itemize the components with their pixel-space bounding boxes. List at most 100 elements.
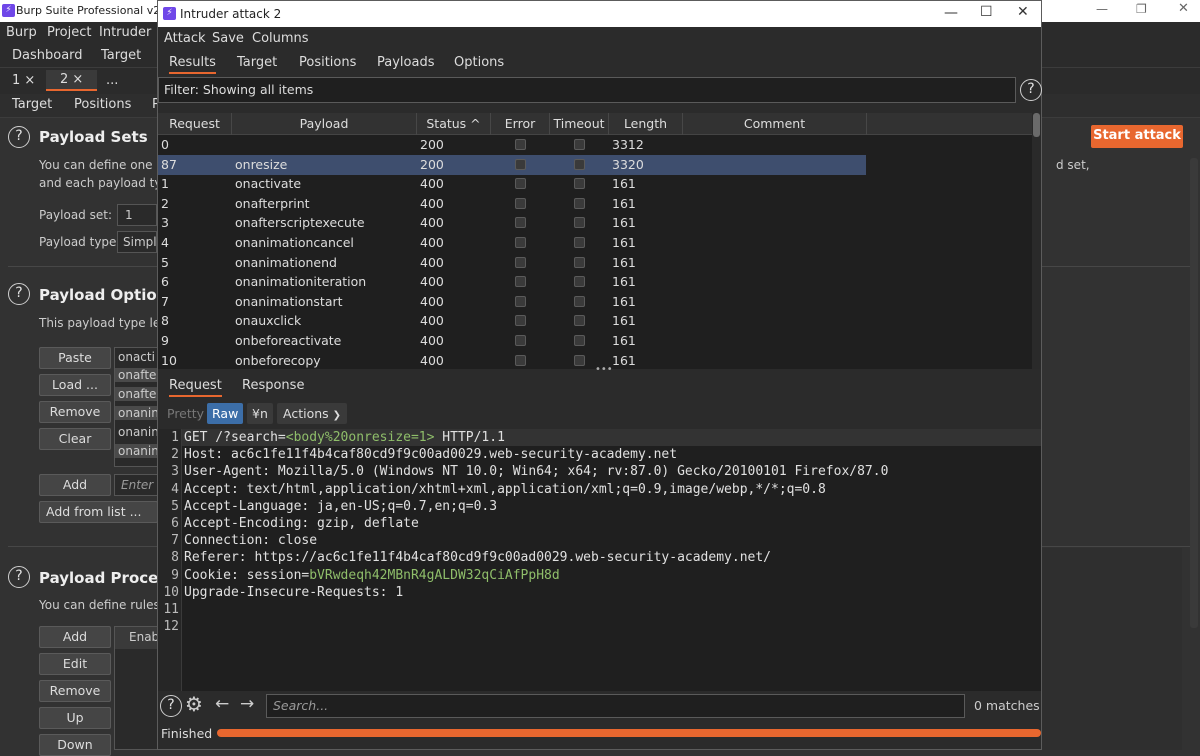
add-from-list-dropdown[interactable]: Add from list ... [39, 501, 158, 523]
cell-payload: onresize [235, 156, 288, 172]
close-icon[interactable]: ✕ [1017, 4, 1029, 20]
tab-target[interactable]: Target [101, 48, 141, 63]
payload-marker: <body%20onresize=1> [285, 430, 435, 445]
start-attack-button[interactable]: Start attack [1091, 125, 1183, 148]
minimize-icon[interactable]: — [944, 5, 958, 21]
code-line: Accept: text/html,application/xhtml+xml,… [184, 481, 826, 497]
subtab-positions[interactable]: Positions [74, 97, 131, 112]
table-row[interactable]: 8 onauxclick 400 161 [158, 311, 866, 331]
list-item[interactable]: onacti [118, 350, 155, 364]
table-row[interactable]: 7 onanimationstart 400 161 [158, 292, 866, 312]
tab-payloads[interactable]: Payloads [377, 55, 434, 70]
search-input[interactable]: Search... [266, 694, 965, 718]
newline-toggle-button[interactable]: ¥n [247, 403, 273, 424]
tab-target[interactable]: Target [237, 55, 277, 70]
processing-rules-table[interactable]: Enab [114, 626, 159, 750]
subtab-target[interactable]: Target [12, 97, 52, 112]
cell-status: 400 [420, 215, 444, 231]
attack-tab-new[interactable]: ... [106, 73, 118, 88]
timeout-checkbox [574, 178, 585, 190]
main-close-icon[interactable]: ✕ [1178, 1, 1189, 16]
column-request[interactable]: Request [158, 113, 232, 135]
payload-set-select[interactable]: 1 [117, 204, 157, 226]
gear-icon[interactable]: ⚙ [185, 692, 203, 716]
tab-dashboard[interactable]: Dashboard [12, 48, 83, 63]
attack-tab-1[interactable]: 1 × [12, 73, 35, 88]
table-row[interactable]: 10 onbeforecopy 400 161 [158, 351, 866, 369]
remove-button[interactable]: Remove [39, 401, 111, 423]
pretty-button[interactable]: Pretty [162, 403, 209, 424]
column-comment[interactable]: Comment [683, 113, 867, 135]
column-length[interactable]: Length [609, 113, 683, 135]
menu-columns[interactable]: Columns [252, 31, 309, 46]
menu-intruder[interactable]: Intruder [99, 25, 151, 40]
menu-project[interactable]: Project [47, 25, 91, 40]
processing-down-button[interactable]: Down [39, 734, 111, 756]
tab-positions[interactable]: Positions [299, 55, 356, 70]
actions-dropdown[interactable]: Actions ❯ [277, 403, 348, 424]
cell-length: 161 [612, 274, 636, 290]
processing-up-button[interactable]: Up [39, 707, 111, 729]
help-icon[interactable]: ? [8, 126, 30, 148]
menu-burp[interactable]: Burp [6, 25, 37, 40]
arrow-left-icon[interactable]: ← [215, 694, 229, 714]
help-icon[interactable]: ? [8, 283, 30, 305]
column-payload[interactable]: Payload [232, 113, 417, 135]
payload-list[interactable]: onacti onafter onafter onanin onanin ona… [114, 347, 161, 467]
column-status[interactable]: Status ^ [417, 113, 491, 135]
table-row[interactable]: 3 onafterscriptexecute 400 161 [158, 213, 866, 233]
main-minimize-icon[interactable]: — [1096, 2, 1108, 16]
processing-add-button[interactable]: Add [39, 626, 111, 648]
add-payload-input[interactable]: Enter [114, 474, 158, 496]
editor-toolbar: Pretty Raw ¥n Actions ❯ [158, 401, 1041, 427]
attack-tab-2[interactable]: 2 × [46, 70, 98, 91]
tab-options[interactable]: Options [454, 55, 504, 70]
list-item[interactable]: onanin [115, 444, 159, 458]
table-row[interactable]: 4 onanimationcancel 400 161 [158, 233, 866, 253]
results-scrollbar-thumb[interactable] [1033, 113, 1040, 137]
table-row[interactable]: 0 200 3312 [158, 135, 866, 155]
table-row-selected[interactable]: 87 onresize 200 3320 [158, 154, 866, 175]
list-item[interactable]: onanin [115, 406, 159, 420]
tab-results[interactable]: Results [169, 55, 216, 74]
payload-sets-desc: You can define one c [39, 158, 163, 172]
table-row[interactable]: 5 onanimationend 400 161 [158, 253, 866, 273]
main-restore-icon[interactable]: ❐ [1136, 2, 1147, 16]
drag-handle-icon[interactable]: ••• [595, 364, 613, 375]
raw-button[interactable]: Raw [207, 403, 244, 424]
clear-button[interactable]: Clear [39, 428, 111, 450]
request-editor[interactable]: 1 2 3 4 5 6 7 8 9 10 11 12 GET /?search=… [158, 429, 1041, 691]
tab-response[interactable]: Response [242, 378, 304, 393]
load-button[interactable]: Load ... [39, 374, 111, 396]
arrow-right-icon[interactable]: → [240, 694, 254, 714]
table-row[interactable]: 6 onanimationiteration 400 161 [158, 272, 866, 292]
help-icon[interactable]: ? [160, 695, 182, 717]
column-timeout[interactable]: Timeout [550, 113, 609, 135]
line-number: 6 [171, 516, 179, 531]
column-error[interactable]: Error [491, 113, 550, 135]
list-item[interactable]: onanin [118, 425, 159, 439]
payload-type-select[interactable]: Simpl [117, 231, 157, 253]
tab-request[interactable]: Request [169, 378, 222, 397]
menu-attack[interactable]: Attack [164, 31, 206, 46]
table-row[interactable]: 1 onactivate 400 161 [158, 174, 866, 194]
list-item[interactable]: onafter [115, 387, 161, 401]
list-item[interactable]: onafter [115, 368, 161, 382]
error-checkbox [515, 178, 526, 190]
main-scrollbar[interactable] [1190, 158, 1198, 628]
results-filter-bar[interactable]: Filter: Showing all items [158, 77, 1016, 103]
cell-request: 9 [161, 333, 169, 348]
maximize-icon[interactable]: ☐ [980, 4, 993, 20]
table-row[interactable]: 2 onafterprint 400 161 [158, 194, 866, 214]
processing-remove-button[interactable]: Remove [39, 680, 111, 702]
column-header[interactable]: Enab [115, 627, 159, 649]
paste-button[interactable]: Paste [39, 347, 111, 369]
add-button[interactable]: Add [39, 474, 111, 496]
help-icon[interactable]: ? [8, 566, 30, 588]
help-icon[interactable]: ? [1020, 79, 1042, 101]
table-row[interactable]: 9 onbeforeactivate 400 161 [158, 331, 866, 351]
line-number: 11 [163, 602, 179, 617]
menu-save[interactable]: Save [212, 31, 244, 46]
results-scrollbar[interactable] [1032, 113, 1041, 369]
processing-edit-button[interactable]: Edit [39, 653, 111, 675]
